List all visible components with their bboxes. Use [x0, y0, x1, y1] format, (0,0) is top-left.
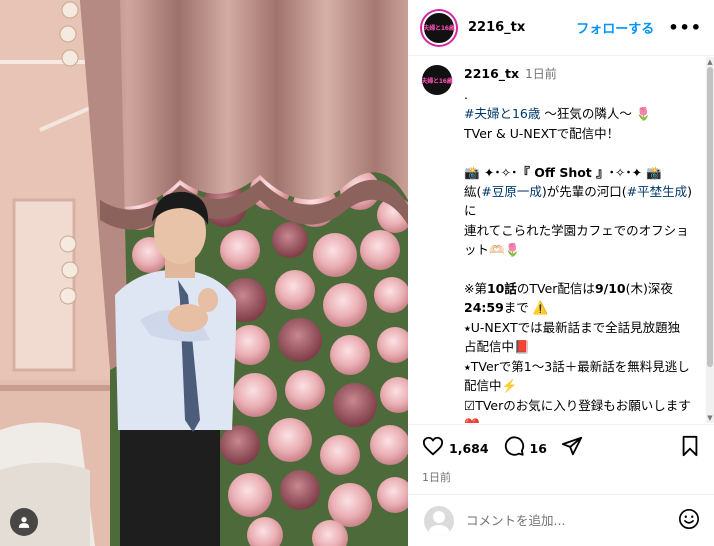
caption-favorite-line: ☑TVerのお気に入り登録もお願いします❤️	[464, 397, 691, 424]
caption-avatar-logo-text: 夫婦と16歳	[421, 77, 453, 85]
current-user-avatar	[424, 505, 454, 536]
smiley-icon	[678, 508, 700, 534]
paper-plane-icon	[561, 435, 583, 461]
caption-name1-prefix: 紘(	[464, 184, 482, 200]
caption-notice-pre: ※第	[464, 281, 487, 297]
comment-bar	[408, 494, 714, 546]
user-tag-button[interactable]	[10, 508, 38, 536]
caption-name1-suffix: )が先輩の河口(	[541, 184, 627, 200]
header-username[interactable]: 2216_tx	[468, 20, 525, 35]
hashtag-name1[interactable]: #豆原一成	[481, 184, 541, 199]
caption-notice-day: (木)深夜	[625, 281, 673, 297]
comment-count[interactable]: 16	[530, 441, 547, 456]
caption-scroll-area[interactable]: 夫婦と16歳 2216_tx 1日前 . #夫婦と16歳 〜狂気の隣人〜 🌷 TV…	[408, 57, 706, 423]
caption-body: 2216_tx 1日前 . #夫婦と16歳 〜狂気の隣人〜 🌷 TVer & U-…	[464, 65, 692, 423]
caption-notice-post: まで ⚠️	[503, 300, 549, 316]
post-side-panel: 夫婦と16歳 2216_tx フォローする ••• 夫婦と16歳 2216_tx…	[408, 0, 714, 546]
caption: 夫婦と16歳 2216_tx 1日前 . #夫婦と16歳 〜狂気の隣人〜 🌷 TV…	[421, 65, 692, 423]
hashtag-title[interactable]: #夫婦と16歳	[464, 106, 540, 121]
comment-input[interactable]	[466, 513, 666, 528]
heart-icon	[422, 435, 444, 461]
save-button[interactable]	[680, 435, 700, 461]
caption-text: . #夫婦と16歳 〜狂気の隣人〜 🌷 TVer & U-NEXTで配信中！ 📸…	[464, 85, 692, 423]
caption-time: 1日前	[525, 67, 557, 81]
caption-notice-date: 9/10	[594, 281, 626, 297]
caption-tver-line: ⭑TVerで第1〜3話＋最新話を無料見逃し配信中⚡️	[464, 358, 690, 394]
comment-button[interactable]: 16	[503, 435, 547, 461]
profile-avatar[interactable]: 夫婦と16歳	[422, 10, 456, 45]
like-button[interactable]: 1,684	[422, 435, 489, 461]
caption-unext-line: ⭑U-NEXTでは最新話まで全話見放題独占配信中📕	[464, 319, 681, 355]
avatar-logo-text: 夫婦と16歳	[423, 25, 455, 32]
caption-username[interactable]: 2216_tx	[464, 66, 519, 81]
comment-bubble-icon	[503, 435, 525, 461]
caption-distribution: TVer & U-NEXTで配信中！	[464, 125, 620, 141]
share-button[interactable]	[561, 435, 583, 461]
post-header: 夫婦と16歳 2216_tx フォローする •••	[408, 0, 714, 56]
caption-avatar[interactable]: 夫婦と16歳	[421, 65, 453, 95]
caption-notice-ep: 10話	[486, 281, 517, 297]
more-options-icon[interactable]: •••	[668, 18, 702, 37]
user-tag-icon	[17, 515, 31, 529]
hashtag-name2[interactable]: #平埜生成	[627, 184, 687, 199]
post-photo-image	[0, 0, 408, 546]
caption-dot: .	[464, 87, 468, 102]
post-time-ago[interactable]: 1日前	[422, 469, 700, 485]
follow-button[interactable]: フォローする	[576, 18, 654, 37]
caption-title-rest: 〜狂気の隣人〜 🌷	[540, 106, 652, 122]
action-bar: 1,684 16 1日前	[408, 424, 714, 494]
caption-offshot-body: 連れてこられた学園カフェでのオフショット🫶🏻🌷	[464, 222, 689, 258]
emoji-button[interactable]	[678, 508, 700, 534]
scroll-up-arrow-icon[interactable]: ▲	[706, 57, 714, 67]
caption-offshot-heading: 📸 ✦･✧･『 Off Shot 』･✧･✦ 📸	[464, 164, 662, 180]
caption-notice-time: 24:59	[464, 300, 504, 316]
post-photo[interactable]	[0, 0, 408, 546]
caption-notice-mid: のTVer配信は	[516, 281, 595, 297]
scrollbar-thumb[interactable]	[707, 67, 713, 367]
scroll-down-arrow-icon[interactable]: ▼	[706, 413, 714, 423]
like-count[interactable]: 1,684	[449, 441, 489, 456]
caption-scrollbar[interactable]: ▲ ▼	[706, 57, 714, 423]
bookmark-icon	[680, 435, 700, 461]
